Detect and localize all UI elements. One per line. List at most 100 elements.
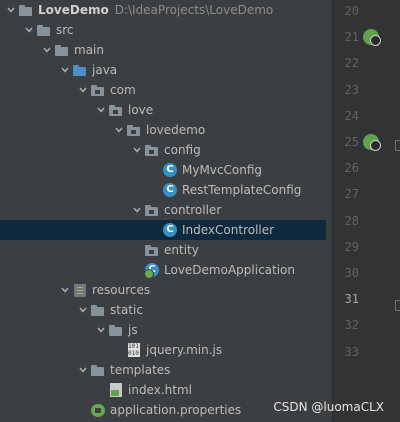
line-number: 21 <box>344 30 359 45</box>
fold-marker-icon[interactable] <box>395 300 400 311</box>
chevron-down-icon[interactable] <box>40 40 54 60</box>
chevron-down-icon[interactable] <box>94 100 108 120</box>
tree-item-static[interactable]: static <box>0 300 332 320</box>
chevron-down-icon[interactable] <box>22 20 36 40</box>
tree-root-lovedemo[interactable]: LoveDemo D:\IdeaProjects\LoveDemo <box>0 0 332 20</box>
line-number: 29 <box>344 239 359 254</box>
project-tree: LoveDemo D:\IdeaProjects\LoveDemo src mai… <box>0 0 332 422</box>
editor-gutter: 20 21 22 23 24 25 26 27 28 29 30 31 32 33 <box>332 0 400 422</box>
tree-item-jquery[interactable]: 101 010 jquery.min.js <box>0 340 332 360</box>
tree-item-src[interactable]: src <box>0 20 332 40</box>
tree-item-lovedemo[interactable]: lovedemo <box>0 120 332 140</box>
chevron-down-icon[interactable] <box>130 140 144 160</box>
tree-item-label: lovedemo <box>146 123 206 137</box>
tree-item-label: love <box>128 103 154 117</box>
tree-item-mymvcconfig[interactable]: C MyMvcConfig <box>0 160 332 180</box>
javascript-file-icon: 101 010 <box>128 343 140 357</box>
tree-item-label: templates <box>110 363 171 377</box>
folder-icon <box>90 362 106 378</box>
properties-file-icon <box>90 402 106 418</box>
line-number: 33 <box>344 344 359 359</box>
tree-item-label: src <box>56 23 74 37</box>
package-icon <box>126 122 142 138</box>
tree-item-label: index.html <box>128 383 192 397</box>
line-number: 30 <box>344 266 359 280</box>
resources-folder-icon <box>72 282 88 298</box>
chevron-down-icon[interactable] <box>4 0 18 20</box>
folder-icon <box>90 302 106 318</box>
chevron-down-icon[interactable] <box>58 60 72 80</box>
source-folder-icon <box>72 62 88 78</box>
package-icon <box>108 102 124 118</box>
tree-item-label: RestTemplateConfig <box>182 183 302 197</box>
tree-item-label: entity <box>164 243 199 257</box>
tree-item-config[interactable]: config <box>0 140 332 160</box>
line-number: 25 <box>344 135 359 149</box>
package-icon <box>144 242 160 258</box>
line-number: 26 <box>344 161 359 176</box>
tree-item-indexcontroller[interactable]: C IndexController <box>0 220 332 240</box>
line-number: 32 <box>344 318 359 333</box>
spring-bean-gutter-icon[interactable] <box>363 29 381 47</box>
tree-item-lovedemoapplication[interactable]: C LoveDemoApplication <box>0 260 332 280</box>
tree-item-main[interactable]: main <box>0 40 332 60</box>
tree-item-label: LoveDemoApplication <box>164 263 296 277</box>
package-icon <box>90 82 106 98</box>
chevron-down-icon[interactable] <box>112 120 126 140</box>
fold-marker-icon[interactable] <box>395 140 400 151</box>
chevron-down-icon[interactable] <box>94 320 108 340</box>
project-path: D:\IdeaProjects\LoveDemo <box>114 3 274 17</box>
line-number: 28 <box>344 213 359 228</box>
tree-item-label: application.properties <box>110 403 242 417</box>
line-number: 22 <box>344 56 359 71</box>
tree-item-js[interactable]: js <box>0 320 332 340</box>
tree-item-label: MyMvcConfig <box>182 163 263 177</box>
tree-item-com[interactable]: com <box>0 80 332 100</box>
tree-item-templates[interactable]: templates <box>0 360 332 380</box>
package-icon <box>144 202 160 218</box>
java-class-icon: C <box>162 182 178 198</box>
chevron-down-icon[interactable] <box>76 300 90 320</box>
project-name: LoveDemo <box>38 3 109 17</box>
tree-item-resources[interactable]: resources <box>0 280 332 300</box>
tree-item-resttemplateconfig[interactable]: C RestTemplateConfig <box>0 180 332 200</box>
tree-item-java[interactable]: java <box>0 60 332 80</box>
package-icon <box>144 142 160 158</box>
chevron-down-icon[interactable] <box>76 80 90 100</box>
tree-item-label: java <box>92 63 118 77</box>
java-class-icon: C <box>162 222 178 238</box>
tree-item-label: controller <box>164 203 222 217</box>
tree-item-label: IndexController <box>182 223 275 237</box>
spring-bean-gutter-icon[interactable] <box>363 134 381 151</box>
tree-item-label: main <box>74 43 104 57</box>
watermark: CSDN @luomaCLX <box>273 400 384 414</box>
tree-item-label: js <box>128 323 138 337</box>
tree-item-label: jquery.min.js <box>146 343 223 357</box>
folder-icon <box>54 42 70 58</box>
folder-icon <box>108 322 124 338</box>
chevron-down-icon[interactable] <box>76 360 90 380</box>
tree-item-entity[interactable]: entity <box>0 240 332 260</box>
tree-item-label: resources <box>92 283 151 297</box>
tree-item-label: config <box>164 143 201 157</box>
tree-item-love[interactable]: love <box>0 100 332 120</box>
line-number: 31 <box>344 292 359 307</box>
spring-boot-class-icon: C <box>144 262 160 279</box>
tree-item-label: com <box>110 83 136 97</box>
line-number: 23 <box>344 82 359 97</box>
chevron-down-icon[interactable] <box>58 280 72 300</box>
folder-icon <box>36 22 52 38</box>
chevron-down-icon[interactable] <box>130 200 144 220</box>
tree-item-controller[interactable]: controller <box>0 200 332 220</box>
line-number: 27 <box>344 187 359 202</box>
tree-item-indexhtml[interactable]: index.html <box>0 380 332 400</box>
line-number: 24 <box>344 108 359 123</box>
